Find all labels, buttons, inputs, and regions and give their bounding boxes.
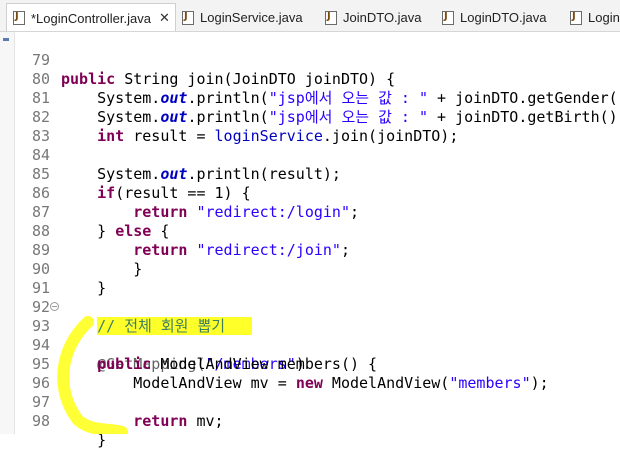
code-line: 95 ModelAndView mv = new ModelAndView("m… <box>0 336 620 392</box>
code-line: 86 return "redirect:/login"; <box>0 165 620 221</box>
tab-join-dto[interactable]: JoinDTO.java <box>325 4 422 31</box>
code-line: 92 // 전체 회원 뽑기 <box>0 279 620 335</box>
fold-collapse-icon[interactable]: − <box>50 302 59 311</box>
code-line: 89 } <box>0 222 620 278</box>
tab-label: LoginDTO.java <box>460 10 547 25</box>
code-line: 97 return mv; <box>0 374 620 430</box>
code-line: 83 <box>0 108 620 145</box>
java-file-icon <box>13 11 25 25</box>
code-line: 90 } <box>0 241 620 297</box>
java-file-icon <box>570 10 582 25</box>
tab-login-overflow[interactable]: LoginI <box>570 4 620 31</box>
code-line: 99 <box>0 412 620 426</box>
tab-label: LoginI <box>588 10 620 25</box>
code-line: 87 } else { <box>0 184 620 240</box>
code-line: 79 public String join(JoinDTO joinDTO) { <box>0 32 620 88</box>
code-line: 88 return "redirect:/join"; <box>0 203 620 259</box>
code-line: 82 int result = loginService.join(joinDT… <box>0 89 620 145</box>
java-file-icon <box>442 10 454 25</box>
tab-label: JoinDTO.java <box>343 10 422 25</box>
code-line: 98 } <box>0 393 620 449</box>
editor-tab-bar: *LoginController.java ✕ LoginService.jav… <box>0 0 620 32</box>
code-line: 94 public ModelAndView members() { <box>0 317 620 373</box>
code-line: 93 − @GetMapping("/members") <box>0 298 620 373</box>
tab-label: *LoginController.java <box>31 10 151 26</box>
close-icon[interactable]: ✕ <box>159 11 170 26</box>
tab-label: LoginService.java <box>200 10 303 25</box>
tab-login-controller[interactable]: *LoginController.java ✕ <box>6 3 176 31</box>
tab-login-dto[interactable]: LoginDTO.java <box>442 4 546 31</box>
code-line: 85 if(result == 1) { <box>0 146 620 202</box>
code-line: 84 System.out.println(result); <box>0 127 620 183</box>
tab-login-service[interactable]: LoginService.java <box>182 4 303 31</box>
java-file-icon <box>182 10 194 25</box>
code-line: 80 System.out.println("jsp에서 오는 값 : " + … <box>0 51 620 107</box>
code-editor[interactable]: 79 public String join(JoinDTO joinDTO) {… <box>0 32 620 449</box>
java-file-icon <box>325 10 337 25</box>
code-line: 91 <box>0 260 620 297</box>
code-line: 96 <box>0 355 620 392</box>
code-line: 81 System.out.println("jsp에서 오는 값 : " + … <box>0 70 620 126</box>
